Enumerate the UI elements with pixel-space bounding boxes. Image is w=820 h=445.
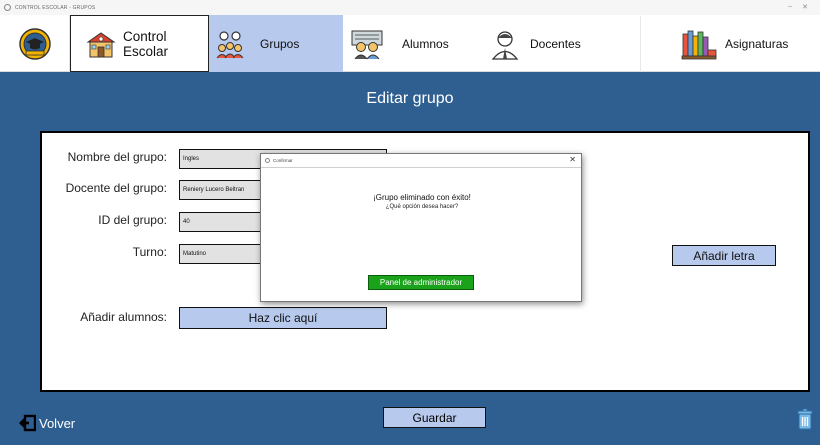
dialog-title: Confirmar (273, 158, 293, 163)
books-icon (681, 28, 717, 60)
logo (0, 15, 70, 72)
id-label: ID del grupo: (98, 213, 167, 227)
trash-icon[interactable] (797, 408, 813, 435)
school-logo-icon (18, 27, 51, 60)
admin-panel-button[interactable]: Panel de administrador (368, 275, 474, 290)
close-window-button[interactable]: ✕ (802, 3, 808, 11)
top-nav: Control Escolar Grupos Alumnos Docentes … (0, 15, 820, 72)
window-controls: – ✕ (788, 3, 808, 11)
tab-control-escolar[interactable]: Control Escolar (70, 15, 209, 72)
tab-label: Grupos (260, 36, 300, 51)
save-button[interactable]: Guardar (383, 407, 486, 428)
dialog-question: ¿Qué opción desea hacer? (385, 204, 459, 210)
minimize-button[interactable]: – (788, 3, 792, 11)
dialog-app-icon (265, 158, 270, 163)
window-title: CONTROL ESCOLAR - GRUPOS (15, 4, 96, 11)
confirm-dialog: Confirmar ✕ ¡Grupo eliminado con éxito! … (260, 153, 582, 302)
group-people-icon (214, 28, 246, 60)
tab-label: Control Escolar (123, 28, 169, 59)
alumnos-label: Añadir alumnos: (80, 310, 167, 324)
tab-alumnos[interactable]: Alumnos (343, 15, 485, 72)
school-building-icon (85, 29, 117, 59)
tab-asignaturas[interactable]: Asignaturas (640, 15, 820, 72)
exit-arrow-icon (19, 414, 36, 432)
tab-docentes[interactable]: Docentes (485, 15, 640, 72)
students-icon (350, 28, 384, 60)
app-window: CONTROL ESCOLAR - GRUPOS – ✕ Control Esc… (0, 0, 820, 445)
back-button[interactable]: Volver (18, 414, 75, 432)
teacher-icon (490, 28, 520, 60)
tab-grupos[interactable]: Grupos (209, 15, 343, 72)
turno-label: Turno: (132, 245, 167, 259)
page-title: Editar grupo (366, 90, 454, 107)
add-letter-button[interactable]: Añadir letra (672, 245, 776, 266)
app-icon (4, 4, 11, 11)
tab-label: Alumnos (402, 36, 449, 51)
docente-label: Docente del grupo: (65, 181, 167, 195)
tab-label: Docentes (530, 36, 581, 51)
nombre-label: Nombre del grupo: (67, 150, 167, 164)
dialog-title-bar: Confirmar ✕ (261, 154, 581, 168)
title-bar: CONTROL ESCOLAR - GRUPOS – ✕ (0, 0, 820, 15)
dialog-close-button[interactable]: ✕ (569, 155, 576, 164)
dialog-message: ¡Grupo eliminado con éxito! (373, 193, 471, 202)
tab-label: Asignaturas (725, 36, 789, 51)
back-label: Volver (39, 415, 76, 431)
add-students-button[interactable]: Haz clic aquí (179, 307, 387, 329)
